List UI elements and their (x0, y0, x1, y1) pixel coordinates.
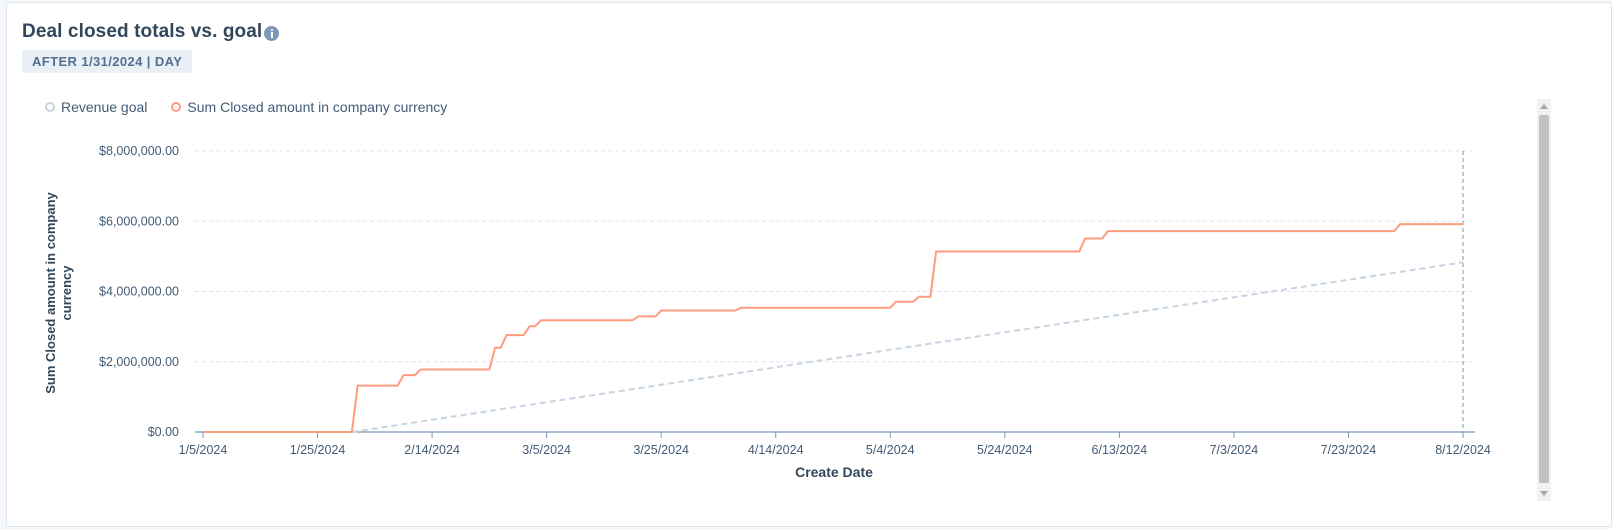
y-axis-title: Sum Closed amount in companycurrency (43, 191, 74, 393)
y-tick-label: $6,000,000.00 (99, 214, 179, 228)
y-tick-label: $0.00 (148, 425, 179, 439)
x-tick-label: 2/14/2024 (404, 443, 460, 457)
y-tick-label: $8,000,000.00 (99, 144, 179, 158)
x-tick-label: 5/24/2024 (977, 443, 1033, 457)
report-card: Deal closed totals vs. goal AFTER 1/31/2… (6, 2, 1612, 527)
revenue-goal-line[interactable] (351, 261, 1464, 433)
sum-closed-line[interactable] (203, 223, 1463, 433)
x-tick-label: 1/5/2024 (179, 443, 228, 457)
scroll-thumb[interactable] (1539, 115, 1549, 483)
x-tick-label: 7/23/2024 (1321, 443, 1377, 457)
scroll-down-arrow-icon[interactable] (1540, 491, 1548, 496)
x-tick-label: 3/25/2024 (633, 443, 689, 457)
x-tick-label: 1/25/2024 (290, 443, 346, 457)
line-chart: $0.00 $2,000,000.00 $4,000,000.00 $6,000,00… (43, 144, 1491, 480)
y-tick-label: $2,000,000.00 (99, 355, 179, 369)
scroll-up-arrow-icon[interactable] (1540, 104, 1548, 109)
x-tick-label: 6/13/2024 (1092, 443, 1148, 457)
x-tick-label: 8/12/2024 (1435, 443, 1491, 457)
y-tick-label: $4,000,000.00 (99, 285, 179, 299)
x-tick-label: 4/14/2024 (748, 443, 804, 457)
x-axis-title: Create Date (795, 464, 873, 480)
x-tick-label: 3/5/2024 (522, 443, 571, 457)
x-tick-label: 7/3/2024 (1210, 443, 1259, 457)
vertical-scrollbar[interactable] (1537, 99, 1551, 501)
x-tick-label: 5/4/2024 (866, 443, 915, 457)
